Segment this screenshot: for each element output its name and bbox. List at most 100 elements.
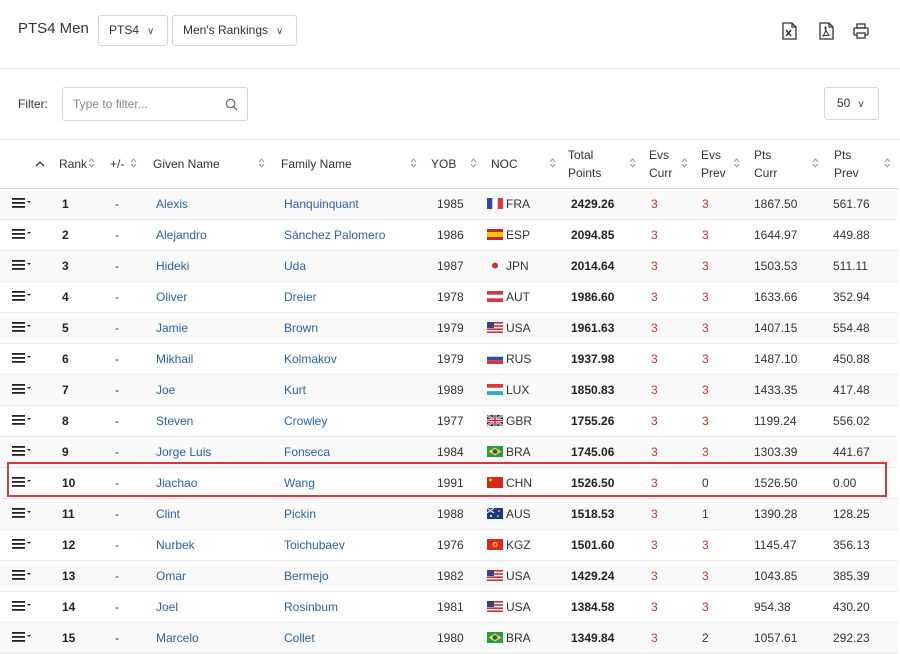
table-row[interactable]: 2- Alejandro Sánchez Palomero 1986 ESP 2094.8…: [0, 219, 898, 251]
col-change-header[interactable]: +/-: [103, 140, 145, 189]
row-menu-cell[interactable]: [0, 560, 50, 592]
row-menu-cell[interactable]: [0, 622, 50, 654]
table-row[interactable]: 15- Marcelo Collet 1980 BRA 1349.84 3 2 1057.61 2…: [0, 622, 898, 654]
given-name-link[interactable]: Alexis: [145, 188, 273, 220]
family-name-link[interactable]: Kurt: [273, 374, 423, 406]
row-menu-icon[interactable]: [12, 322, 32, 332]
row-menu-cell[interactable]: [0, 281, 50, 313]
family-name-link[interactable]: Uda: [273, 250, 423, 282]
ranking-select[interactable]: Men's Rankings ∨: [172, 15, 297, 46]
table-row[interactable]: 7- Joe Kurt 1989 LUX 1850.83 3 3 1433.35 417.48: [0, 374, 898, 406]
col-rank-header[interactable]: Rank: [50, 140, 103, 189]
table-row[interactable]: 14- Joel Rosinbum 1981 USA 1384.58 3 3 954.38 430…: [0, 591, 898, 623]
table-row[interactable]: 9- Jorge Luis Fonseca 1984 BRA 1745.06 3 3 1303.…: [0, 436, 898, 468]
row-menu-icon[interactable]: [12, 508, 32, 518]
row-menu-icon[interactable]: [12, 291, 32, 301]
family-name-link[interactable]: Toichubaev: [273, 529, 423, 561]
given-name-link[interactable]: Mikhail: [145, 343, 273, 375]
col-evs-curr-header[interactable]: Evs Curr: [641, 140, 693, 189]
table-row[interactable]: 11- Clint Pickin 1988 AUS 1518.53 3 1 1390.28 128…: [0, 498, 898, 530]
row-menu-icon[interactable]: [12, 632, 32, 642]
given-name-link[interactable]: Oliver: [145, 281, 273, 313]
given-name-link[interactable]: Alejandro: [145, 219, 273, 251]
col-total-header[interactable]: Total Points: [560, 140, 641, 189]
row-menu-cell[interactable]: [0, 312, 50, 344]
row-menu-cell[interactable]: [0, 405, 50, 437]
pdf-icon[interactable]: [817, 22, 835, 40]
points-previous-cell: 511.11: [826, 250, 898, 282]
family-name-link[interactable]: Bermejo: [273, 560, 423, 592]
row-menu-icon[interactable]: [12, 384, 32, 394]
row-menu-cell[interactable]: [0, 436, 50, 468]
given-name-link[interactable]: Jorge Luis: [145, 436, 273, 468]
table-row[interactable]: 12- Nurbek Toichubaev 1976 KGZ 1501.60 3 3 1145.…: [0, 529, 898, 561]
family-name-link[interactable]: Sánchez Palomero: [273, 219, 423, 251]
given-name-link[interactable]: Nurbek: [145, 529, 273, 561]
filter-input[interactable]: [62, 87, 248, 121]
print-icon[interactable]: [852, 22, 870, 40]
given-name-link[interactable]: Steven: [145, 405, 273, 437]
given-name-link[interactable]: Jiachao: [145, 467, 273, 499]
change-cell: -: [103, 188, 145, 220]
row-menu-cell[interactable]: [0, 219, 50, 251]
col-pts-curr-header[interactable]: Pts Curr: [746, 140, 826, 189]
table-row[interactable]: 13- Omar Bermejo 1982 USA 1429.24 3 3 1043.85 385…: [0, 560, 898, 592]
row-menu-cell[interactable]: [0, 374, 50, 406]
row-menu-cell[interactable]: [0, 498, 50, 530]
row-menu-icon[interactable]: [12, 570, 32, 580]
given-name-link[interactable]: Marcelo: [145, 622, 273, 654]
family-name-link[interactable]: Kolmakov: [273, 343, 423, 375]
flag-rus-icon: [487, 353, 503, 364]
table-row[interactable]: 10- Jiachao Wang 1991 CHN 1526.50 3 0 1526.50 0.0…: [0, 467, 898, 499]
row-menu-cell[interactable]: [0, 529, 50, 561]
row-menu-cell[interactable]: [0, 591, 50, 623]
given-name-link[interactable]: Jamie: [145, 312, 273, 344]
row-menu-icon[interactable]: [12, 229, 32, 239]
table-row[interactable]: 5- Jamie Brown 1979 USA 1961.63 3 3 1407.15 554.4…: [0, 312, 898, 344]
row-menu-icon[interactable]: [12, 415, 32, 425]
family-name-link[interactable]: Dreier: [273, 281, 423, 313]
family-name-link[interactable]: Fonseca: [273, 436, 423, 468]
table-row[interactable]: 1- Alexis Hanquinquant 1985 FRA 2429.26 3 3 1867…: [0, 188, 898, 220]
family-name-link[interactable]: Crowley: [273, 405, 423, 437]
given-name-link[interactable]: Omar: [145, 560, 273, 592]
col-noc-header[interactable]: NOC: [483, 140, 560, 189]
family-name-link[interactable]: Pickin: [273, 498, 423, 530]
excel-icon[interactable]: [780, 22, 798, 40]
row-menu-cell[interactable]: [0, 188, 50, 220]
row-menu-cell[interactable]: [0, 467, 50, 499]
table-row[interactable]: 8- Steven Crowley 1977 GBR 1755.26 3 3 1199.24 55…: [0, 405, 898, 437]
row-menu-cell[interactable]: [0, 343, 50, 375]
table-row[interactable]: 3- Hideki Uda 1987 JPN 2014.64 3 3 1503.53 511.11: [0, 250, 898, 282]
events-current-cell: 3: [641, 560, 693, 592]
table-row[interactable]: 6- Mikhail Kolmakov 1979 RUS 1937.98 3 3 1487.10…: [0, 343, 898, 375]
events-current-cell: 3: [641, 436, 693, 468]
table-row[interactable]: 4- Oliver Dreier 1978 AUT 1986.60 3 3 1633.66 352…: [0, 281, 898, 313]
row-menu-icon[interactable]: [12, 601, 32, 611]
family-name-link[interactable]: Hanquinquant: [273, 188, 423, 220]
family-name-link[interactable]: Wang: [273, 467, 423, 499]
row-menu-icon[interactable]: [12, 353, 32, 363]
page-size-select[interactable]: 50 ∨: [824, 87, 879, 120]
row-menu-icon[interactable]: [12, 539, 32, 549]
given-name-link[interactable]: Hideki: [145, 250, 273, 282]
given-name-link[interactable]: Joe: [145, 374, 273, 406]
given-name-link[interactable]: Clint: [145, 498, 273, 530]
col-yob-header[interactable]: YOB: [423, 140, 483, 189]
col-given-header[interactable]: Given Name: [145, 140, 273, 189]
class-select[interactable]: PTS4 ∨: [98, 15, 168, 46]
row-menu-icon[interactable]: [12, 260, 32, 270]
family-name-link[interactable]: Brown: [273, 312, 423, 344]
row-menu-icon[interactable]: [12, 198, 32, 208]
col-evs-prev-header[interactable]: Evs Prev: [693, 140, 746, 189]
row-menu-icon[interactable]: [12, 477, 32, 487]
family-name-link[interactable]: Rosinbum: [273, 591, 423, 623]
row-menu-icon[interactable]: [12, 446, 32, 456]
col-expand-header[interactable]: [0, 140, 50, 189]
chevron-down-icon: ∨: [147, 26, 155, 37]
given-name-link[interactable]: Joel: [145, 591, 273, 623]
row-menu-cell[interactable]: [0, 250, 50, 282]
col-pts-prev-header[interactable]: Pts Prev: [826, 140, 898, 189]
family-name-link[interactable]: Collet: [273, 622, 423, 654]
col-family-header[interactable]: Family Name: [273, 140, 423, 189]
